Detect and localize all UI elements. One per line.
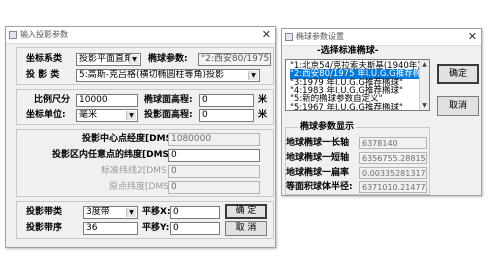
coord-unit-label: 坐标单位: [26,110,66,120]
false-easting-label: 平移X: [142,207,171,217]
scale-label: 比例尺分 [34,95,71,105]
flattening-field: 0.00335281317789 [359,167,427,179]
scroll-up-icon[interactable]: ▲ [420,61,429,68]
zone-type-value: 3度带 [86,207,110,217]
coord-system-select[interactable]: 投影平面直角 ▼ [76,53,141,66]
cancel-button[interactable]: 取 消 [225,221,267,236]
display-heading: 椭球参数显示 [298,122,357,133]
scale-input[interactable]: 10000 [76,94,138,107]
ellipsoid-height-input[interactable]: 0 [199,94,254,107]
coord-system-label: 坐标系类 [26,54,63,64]
dialog-title: 输入投影参数 [20,30,68,39]
close-icon[interactable]: ✕ [262,28,271,41]
ellipsoid-listbox[interactable]: "1:北京54/克拉索夫斯基(1940年)椭 "2:西安80/1975 年I.U.… [285,59,430,111]
app-icon [9,31,17,39]
proj-plane-height-label: 投影面高程: [144,110,193,120]
projection-dialog-titlebar[interactable]: 输入投影参数 ✕ [6,27,275,44]
dropdown-arrow-icon[interactable]: ▼ [126,208,136,217]
ellipsoid-param-label: 椭球参数: [148,54,188,64]
flattening-label: 地球椭球一扁率 [286,168,350,178]
mean-radius-field: 6371010.2147788 [359,181,427,193]
central-meridian-label: 投影中心点经度[DMS] [82,134,177,144]
major-axis-label: 地球椭球一长轴 [286,138,350,148]
origin-latitude-input: 0 [168,181,260,194]
origin-lat-input[interactable]: 0 [168,149,260,162]
minor-axis-label: 地球椭球一短轴 [286,153,350,163]
select-standard-ellipsoid-heading: -选择标准椭球- [317,46,379,56]
ellipsoid-param-field[interactable]: "2:西安80/1975 年 [198,53,271,66]
listbox-scrollbar[interactable]: ▲ ▼ [419,60,429,110]
false-easting-input[interactable]: 0 [170,206,220,219]
std-parallel2-input: 0 [168,165,260,178]
std-parallel2-label: 标准纬线2[DMS] [101,166,171,176]
zone-type-label: 投影带类 [26,207,63,217]
ellipsoid-cancel-button[interactable]: 取消 [437,96,479,116]
coord-system-value: 投影平面直角 [79,54,134,64]
dropdown-arrow-icon[interactable]: ▼ [129,55,139,64]
zone-number-input[interactable]: 36 [83,222,138,235]
false-northing-label: 平移Y: [142,223,170,233]
minor-axis-field: 6356755.2881575 [359,152,427,164]
ellipsoid-dialog-titlebar[interactable]: 椭球参数设置 ✕ [282,29,481,46]
dropdown-arrow-icon[interactable]: ▼ [126,111,136,120]
dropdown-arrow-icon[interactable]: ▼ [248,71,258,80]
origin-latitude-label: 原点纬度[DMS] [109,182,173,192]
ok-button[interactable]: 确 定 [225,204,267,219]
central-meridian-input[interactable]: 1080000 [168,133,260,146]
close-icon[interactable]: ✕ [468,30,477,43]
app-icon [285,33,293,41]
ellipsoid-list-item[interactable]: "5:1967 年I.U.G.G推荐椭球" [290,103,403,111]
projection-type-label: 投 影 类 [26,70,60,80]
false-northing-input[interactable]: 0 [170,222,220,235]
projection-dialog: 输入投影参数 ✕ 坐标系类 投影平面直角 ▼ 椭球参数: "2:西安80/197… [5,26,276,248]
major-axis-field: 6378140 [359,137,427,149]
ellipsoid-dialog: 椭球参数设置 ✕ -选择标准椭球- "1:北京54/克拉索夫斯基(1940年)椭… [281,28,482,196]
scroll-down-icon[interactable]: ▼ [420,102,429,109]
proj-plane-height-input[interactable]: 0 [199,109,254,122]
projection-type-value: 5:高斯-克吕格(横切椭圆柱等角)投影 [79,70,225,80]
projection-type-select[interactable]: 5:高斯-克吕格(横切椭圆柱等角)投影 ▼ [76,69,260,82]
ellipsoid-height-label: 椭球面高程: [144,95,193,105]
ellipsoid-ok-button[interactable]: 确定 [437,64,479,84]
dialog-title: 椭球参数设置 [296,32,344,41]
coord-unit-select[interactable]: 毫米 ▼ [76,109,138,122]
zone-type-select[interactable]: 3度带 ▼ [83,206,138,219]
zone-number-label: 投影带序 [26,223,63,233]
proj-plane-height-unit: 米 [258,110,268,120]
origin-lat-label: 投影区内任意点的纬度[DMS] [52,150,174,160]
mean-radius-label: 等面积球体半径: [286,182,353,192]
coord-unit-value: 毫米 [79,110,98,120]
ellipsoid-height-unit: 米 [258,95,268,105]
